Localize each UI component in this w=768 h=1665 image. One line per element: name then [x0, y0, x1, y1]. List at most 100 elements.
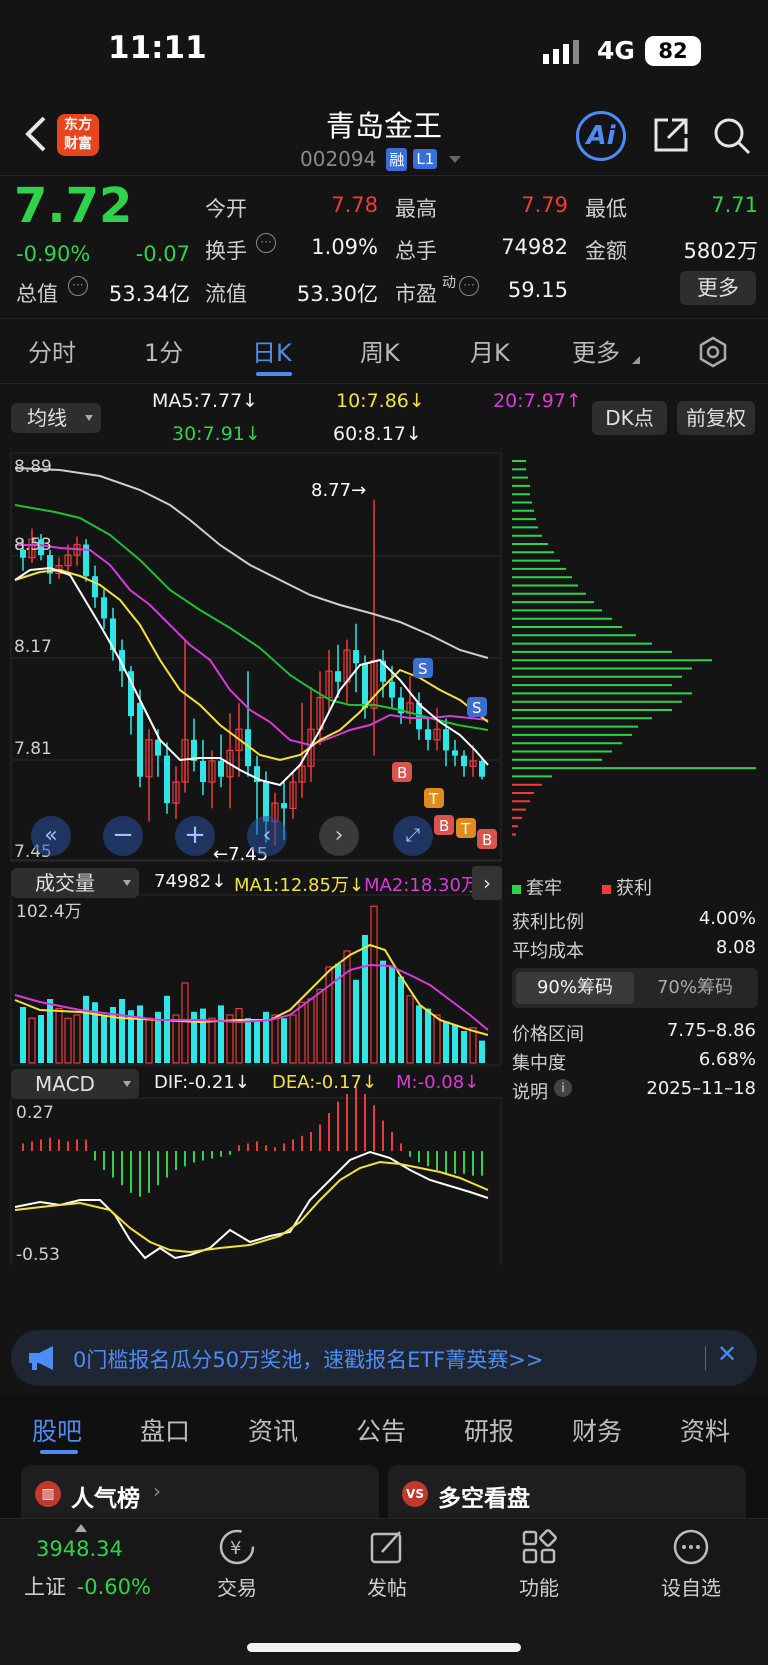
share-icon[interactable] — [652, 116, 690, 154]
scroll-right-button[interactable]: › — [319, 816, 359, 856]
nav-watchlist-label: 设自选 — [661, 1576, 721, 1600]
adjust-mode-button[interactable]: 前复权 — [677, 401, 755, 435]
megaphone-icon — [29, 1346, 53, 1370]
volume-bar — [101, 1015, 107, 1063]
nav-watchlist[interactable]: 设自选 — [646, 1528, 736, 1600]
note-label: 说明 — [512, 1082, 548, 1103]
candle-body — [335, 671, 341, 682]
tab-weekly-k[interactable]: 周K — [360, 333, 400, 368]
current-price: 7.72 — [14, 178, 133, 234]
ai-button[interactable]: Ai — [576, 111, 626, 161]
candle-body — [362, 663, 368, 709]
candle-body — [443, 729, 449, 751]
volume-bar — [145, 1017, 153, 1064]
macd-dif: DIF:-0.21↓ — [154, 1072, 250, 1093]
info-icon[interactable]: ··· — [459, 276, 479, 296]
pe-label: 市盈 — [395, 282, 437, 306]
volume-bar — [461, 1031, 467, 1063]
zoom-out-button[interactable]: − — [103, 816, 143, 856]
expand-arrow-icon[interactable]: › — [472, 866, 502, 900]
fullscreen-button[interactable]: ⤢ — [393, 816, 433, 856]
fast-rewind-button[interactable]: « — [31, 816, 71, 856]
candle-body — [479, 760, 485, 777]
stock-code: 002094 — [300, 147, 377, 171]
nav-post[interactable]: 发帖 — [342, 1528, 432, 1600]
tab-intraday[interactable]: 分时 — [28, 333, 76, 368]
promo-text: 0门槛报名瓜分50万奖池，速戳报名ETF菁英赛>> — [73, 1348, 544, 1372]
popular-card[interactable]: ▥ 人气榜 › — [21, 1465, 379, 1520]
settings-icon[interactable] — [697, 336, 729, 368]
edit-icon — [370, 1531, 402, 1564]
close-icon[interactable]: ✕ — [717, 1340, 737, 1368]
volume-current: 74982↓ — [154, 871, 227, 892]
candle-body — [452, 750, 458, 756]
signal-icon — [543, 40, 581, 64]
bottom-tab-indicator — [40, 1450, 78, 1454]
svg-text:T: T — [428, 790, 439, 808]
open-label: 今开 — [205, 197, 247, 221]
tab-chip-70[interactable]: 70%筹码 — [636, 972, 754, 1004]
index-name: 上证 — [24, 1575, 66, 1599]
tab-finance[interactable]: 财务 — [572, 1412, 622, 1448]
bull-bear-card-title: 多空看盘 — [438, 1486, 530, 1512]
promo-banner[interactable]: 0门槛报名瓜分50万奖池，速戳报名ETF菁英赛>> ✕ — [11, 1330, 757, 1386]
macd-indicator-select[interactable]: MACD — [11, 1069, 139, 1099]
bull-bear-card[interactable]: VS 多空看盘 — [388, 1465, 746, 1520]
volume-bar — [28, 1017, 36, 1064]
dk-point-button[interactable]: DK点 — [592, 401, 667, 435]
volume-indicator-select[interactable]: 成交量 — [11, 868, 139, 898]
macd-indicator-label: MACD — [35, 1072, 95, 1096]
more-dots-icon — [673, 1529, 709, 1565]
price-range-value: 7.75–8.86 — [666, 1020, 756, 1041]
tab-chip-90[interactable]: 90%筹码 — [516, 972, 634, 1004]
index-quote[interactable]: 上证 -0.60% — [24, 1571, 151, 1601]
volume-bar — [316, 988, 324, 1064]
nav-trade[interactable]: ¥ 交易 — [192, 1528, 282, 1600]
price-axis-2: 8.53 — [14, 535, 52, 555]
tab-1min[interactable]: 1分 — [144, 333, 183, 368]
tab-guba[interactable]: 股吧 — [32, 1412, 82, 1448]
candle-body — [281, 803, 287, 809]
index-arrow-icon — [75, 1524, 87, 1532]
scroll-left-button[interactable]: ‹ — [247, 816, 287, 856]
candlestick-chart[interactable]: 8.77→ ←7.45 8.89 8.53 8.17 7.81 7.45 S S… — [0, 450, 768, 1265]
network-label: 4G — [597, 36, 635, 65]
info-icon[interactable]: i — [554, 1079, 572, 1097]
home-indicator — [247, 1643, 521, 1652]
tab-daily-k[interactable]: 日K — [252, 333, 292, 368]
tab-research[interactable]: 研报 — [464, 1412, 514, 1448]
chevron-down-icon — [449, 155, 462, 163]
candle-body — [164, 755, 170, 804]
chart-controls: « − + ‹ › ⤢ — [28, 816, 448, 856]
volume-bar — [443, 1021, 449, 1063]
volume-bar — [55, 1007, 63, 1064]
amount-value: 5802万 — [683, 239, 758, 263]
dk-point-label: DK点 — [605, 406, 654, 430]
indicator-select[interactable]: 均线 — [11, 403, 101, 433]
volume-bar — [353, 979, 359, 1063]
nav-function[interactable]: 功能 — [494, 1528, 584, 1600]
index-value[interactable]: 3948.34 — [36, 1537, 123, 1561]
zoom-in-button[interactable]: + — [175, 816, 215, 856]
search-icon[interactable] — [712, 116, 752, 156]
tab-news[interactable]: 资讯 — [248, 1412, 298, 1448]
volume-bar — [452, 1024, 458, 1063]
nav-trade-label: 交易 — [217, 1576, 257, 1600]
info-icon[interactable]: ··· — [68, 276, 88, 296]
svg-text:¥: ¥ — [230, 1538, 241, 1559]
volume-bar — [208, 1017, 216, 1064]
legend-trapped: 套牢 — [512, 874, 562, 900]
info-icon[interactable]: ··· — [256, 233, 276, 253]
volume-bar — [235, 1007, 243, 1064]
tab-pankou[interactable]: 盘口 — [140, 1412, 190, 1448]
volume-indicator-label: 成交量 — [35, 871, 95, 895]
volume-bar — [137, 1005, 143, 1063]
tab-more[interactable]: 更多 — [572, 333, 620, 368]
stock-code-row[interactable]: 002094 融 L1 — [300, 145, 462, 173]
chevron-down-icon — [123, 880, 131, 886]
tab-announcements[interactable]: 公告 — [356, 1412, 406, 1448]
more-button[interactable]: 更多 — [680, 271, 756, 305]
candle-body — [101, 597, 107, 619]
tab-profile[interactable]: 资料 — [680, 1412, 730, 1448]
tab-monthly-k[interactable]: 月K — [470, 333, 510, 368]
